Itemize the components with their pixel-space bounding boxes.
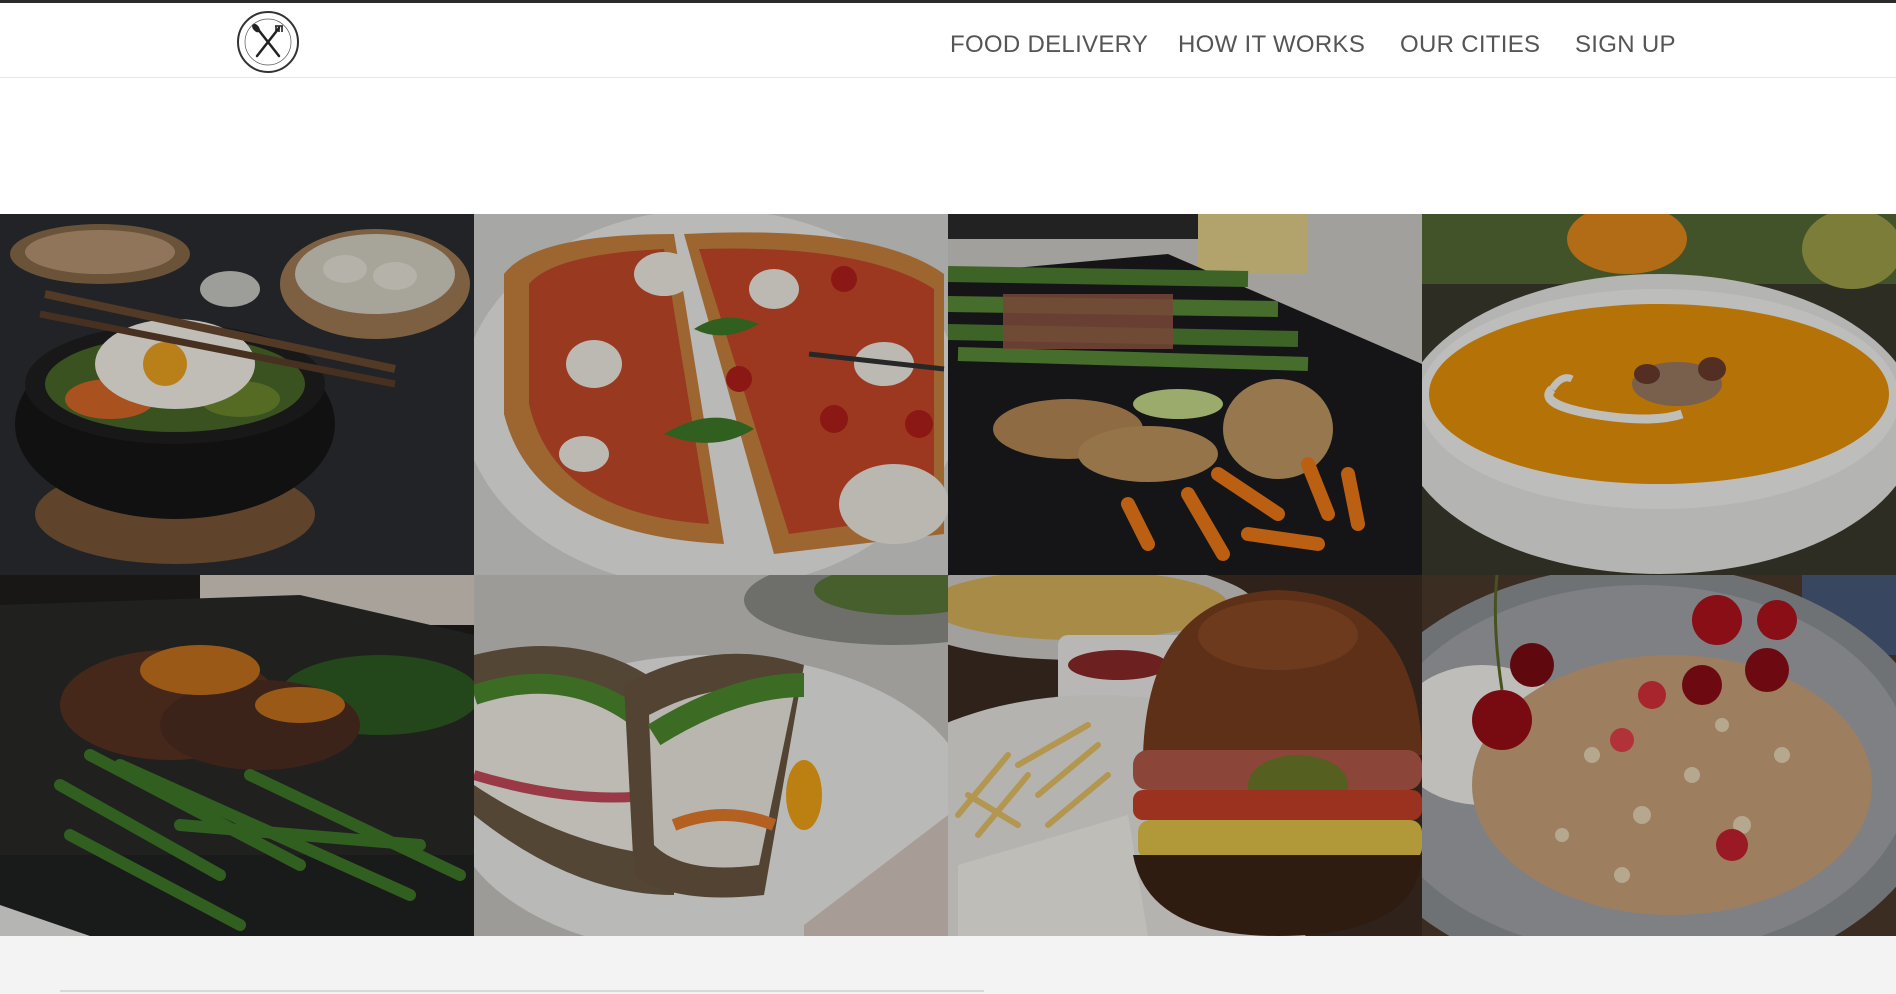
- site-header: FOOD DELIVERY HOW IT WORKS OUR CITIES SI…: [0, 3, 1896, 78]
- nav-sign-up[interactable]: SIGN UP: [1575, 31, 1676, 59]
- footer-divider: [60, 990, 984, 992]
- burger-image[interactable]: [948, 575, 1422, 936]
- steak-image[interactable]: [0, 575, 474, 936]
- nav-our-cities[interactable]: OUR CITIES: [1400, 31, 1540, 59]
- nav-food-delivery[interactable]: FOOD DELIVERY: [950, 31, 1148, 59]
- faded-tagline-text: [612, 25, 872, 45]
- bibimbap-image[interactable]: [0, 214, 474, 575]
- food-gallery: [0, 214, 1896, 936]
- fork-knife-icon: [244, 18, 292, 66]
- nav-how-it-works[interactable]: HOW IT WORKS: [1178, 31, 1365, 59]
- pizza-image[interactable]: [474, 214, 948, 575]
- granola-image[interactable]: [1422, 575, 1896, 936]
- site-logo[interactable]: [237, 11, 299, 73]
- pumpkin-soup-image[interactable]: [1422, 214, 1896, 575]
- faded-brand-text: [318, 25, 408, 45]
- sandwich-image[interactable]: [474, 575, 948, 936]
- footer-band: [0, 936, 1896, 994]
- asparagus-chicken-image[interactable]: [948, 214, 1422, 575]
